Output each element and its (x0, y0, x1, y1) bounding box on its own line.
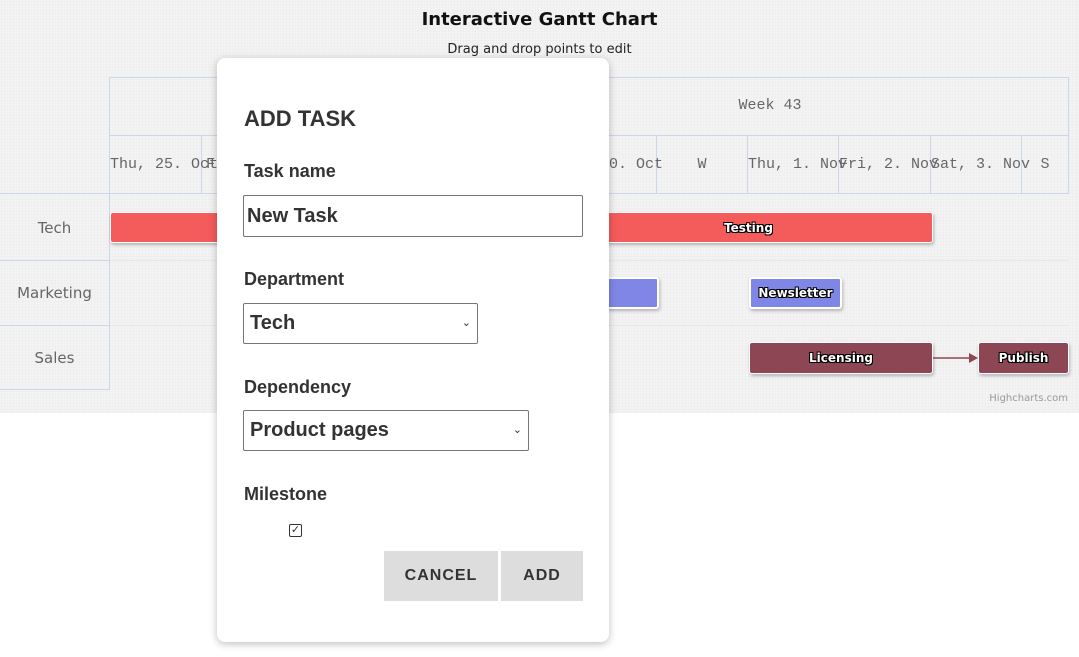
check-icon: ✓ (290, 524, 301, 536)
chart-subtitle: Drag and drop points to edit (447, 42, 632, 57)
task-label: Licensing (809, 351, 873, 365)
department-label: Department (244, 269, 345, 289)
week-label: Week 43 (738, 97, 802, 114)
milestone-label: Milestone (244, 484, 328, 504)
task-bar-newsletter[interactable]: Newsletter (749, 277, 842, 309)
task-name-input[interactable] (243, 195, 583, 237)
department-select[interactable]: Tech ⌄ (243, 303, 478, 344)
task-label: Testing (724, 220, 773, 235)
header-right-border (1068, 77, 1069, 194)
category-label: Tech (37, 219, 72, 237)
dependency-label: Dependency (244, 377, 352, 397)
day-label: Thu, 1. Nov (748, 156, 848, 173)
day-label: Fri, 2. Nov (839, 156, 939, 173)
day-label: S (1040, 156, 1050, 173)
chevron-down-icon: ⌄ (512, 424, 522, 436)
task-label: Newsletter (758, 286, 833, 300)
credits-link[interactable]: Highcharts.com (989, 393, 1068, 404)
dependency-select[interactable]: Product pages ⌄ (243, 410, 529, 451)
add-button[interactable]: ADD (501, 551, 583, 601)
task-name-label: Task name (244, 161, 336, 181)
department-value: Tech (250, 312, 296, 334)
dependency-arrow-icon (933, 353, 978, 363)
chart-title: Interactive Gantt Chart (421, 9, 658, 30)
milestone-checkbox[interactable]: ✓ (289, 524, 302, 537)
day-label: Thu, 25. Oct (110, 156, 219, 173)
add-task-dialog: ADD TASK Task name Department Tech ⌄ Dep… (217, 58, 609, 642)
task-bar-licensing[interactable]: Licensing (749, 342, 933, 374)
task-label: Publish (998, 351, 1049, 365)
category-label: Marketing (17, 284, 92, 302)
category-label: Sales (34, 349, 75, 367)
cancel-button[interactable]: CANCEL (384, 551, 498, 601)
dependency-value: Product pages (250, 419, 389, 441)
day-label: Sat, 3. Nov (931, 156, 1031, 173)
task-bar-publish[interactable]: Publish (978, 342, 1069, 374)
day-label: W (697, 156, 707, 173)
dialog-title: ADD TASK (244, 106, 357, 131)
chevron-down-icon: ⌄ (461, 317, 471, 329)
